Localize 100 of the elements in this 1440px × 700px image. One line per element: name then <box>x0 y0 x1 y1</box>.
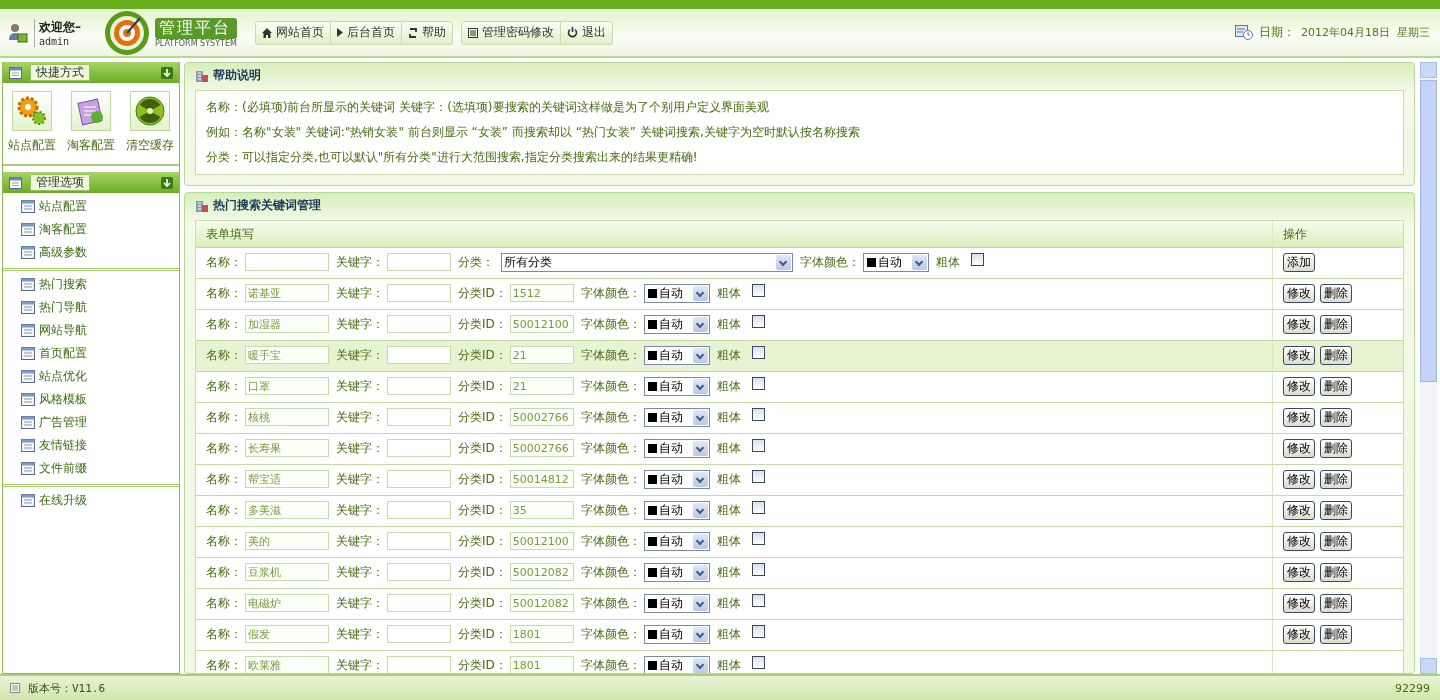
bold-checkbox[interactable] <box>751 563 765 576</box>
color-select[interactable]: 自动 <box>643 656 710 673</box>
edit-button[interactable]: 修改 <box>1283 346 1315 365</box>
keyword-input[interactable] <box>387 470 451 488</box>
table-row[interactable]: 名称： 美的 关键字： 分类ID： 50012100 字体颜色： 自动 粗体 修改 删除 <box>196 526 1403 557</box>
delete-button[interactable]: 删除 <box>1320 594 1352 613</box>
table-row[interactable]: 名称： 帮宝适 关键字： 分类ID： 50014812 字体颜色： 自动 粗体 修改 删除 <box>196 464 1403 495</box>
delete-button[interactable]: 删除 <box>1320 439 1352 458</box>
bold-checkbox[interactable] <box>751 284 765 297</box>
table-row[interactable]: 名称： 核桃 关键字： 分类ID： 50002766 字体颜色： 自动 粗体 修改 删除 <box>196 402 1403 433</box>
bold-checkbox[interactable] <box>751 346 765 359</box>
keyword-input[interactable] <box>387 532 451 550</box>
table-row[interactable]: 名称： 豆浆机 关键字： 分类ID： 50012082 字体颜色： 自动 粗体 修改 删除 <box>196 557 1403 588</box>
category-select[interactable]: 所有分类 <box>501 253 793 272</box>
keyword-input[interactable] <box>387 377 451 395</box>
menu-item[interactable]: 热门搜索 <box>3 273 179 296</box>
edit-button[interactable]: 修改 <box>1283 284 1315 303</box>
keyword-input[interactable] <box>387 625 451 643</box>
color-select[interactable]: 自动 <box>643 532 710 551</box>
edit-button[interactable]: 修改 <box>1283 594 1315 613</box>
bold-checkbox[interactable] <box>751 501 765 514</box>
edit-button[interactable]: 修改 <box>1283 408 1315 427</box>
menu-item[interactable]: 高级参数 <box>3 241 179 264</box>
bold-checkbox[interactable] <box>751 625 765 638</box>
table-row[interactable]: 名称： 口罩 关键字： 分类ID： 21 字体颜色： 自动 粗体 修改 删除 <box>196 371 1403 402</box>
table-row[interactable]: 名称： 诺基亚 关键字： 分类ID： 1512 字体颜色： 自动 粗体 修改 删除 <box>196 278 1403 309</box>
edit-button[interactable]: 修改 <box>1283 377 1315 396</box>
scroll-thumb[interactable] <box>1420 80 1437 382</box>
color-select[interactable]: 自动 <box>643 315 710 334</box>
color-select[interactable]: 自动 <box>643 470 710 489</box>
delete-button[interactable]: 删除 <box>1320 532 1352 551</box>
keyword-input[interactable] <box>387 563 451 581</box>
nav-button[interactable]: 后台首页 <box>330 21 402 44</box>
bold-checkbox[interactable] <box>751 315 765 328</box>
scroll-down-icon[interactable] <box>1420 658 1437 674</box>
keyword-input[interactable] <box>387 656 451 673</box>
menu-item[interactable]: 站点优化 <box>3 365 179 388</box>
nav-button[interactable]: 退出 <box>560 21 612 44</box>
delete-button[interactable]: 删除 <box>1320 625 1352 644</box>
menu-item[interactable]: 在线升级 <box>3 489 179 512</box>
delete-button[interactable]: 删除 <box>1320 408 1352 427</box>
table-row[interactable]: 名称： 长寿果 关键字： 分类ID： 50002766 字体颜色： 自动 粗体 修改 删除 <box>196 433 1403 464</box>
menu-item[interactable]: 淘客配置 <box>3 218 179 241</box>
keyword-input[interactable] <box>387 253 451 271</box>
table-row[interactable]: 名称： 假发 关键字： 分类ID： 1801 字体颜色： 自动 粗体 修改 删除 <box>196 619 1403 650</box>
bold-checkbox[interactable] <box>751 439 765 452</box>
keyword-input[interactable] <box>387 501 451 519</box>
edit-button[interactable]: 修改 <box>1283 501 1315 520</box>
edit-button[interactable]: 修改 <box>1283 439 1315 458</box>
bold-checkbox[interactable] <box>751 377 765 390</box>
edit-button[interactable]: 修改 <box>1283 532 1315 551</box>
edit-button[interactable]: 修改 <box>1283 315 1315 334</box>
bold-checkbox[interactable] <box>971 253 984 266</box>
keyword-input[interactable] <box>387 594 451 612</box>
menu-item[interactable]: 热门导航 <box>3 296 179 319</box>
menu-item[interactable]: 风格模板 <box>3 388 179 411</box>
delete-button[interactable]: 删除 <box>1320 346 1352 365</box>
color-select[interactable]: 自动 <box>643 408 710 427</box>
keyword-input[interactable] <box>387 315 451 333</box>
edit-button[interactable]: 修改 <box>1283 563 1315 582</box>
keyword-input[interactable] <box>387 346 451 364</box>
delete-button[interactable]: 删除 <box>1320 563 1352 582</box>
color-select[interactable]: 自动 <box>643 346 710 365</box>
table-row[interactable]: 名称： 多美滋 关键字： 分类ID： 35 字体颜色： 自动 粗体 修改 删除 <box>196 495 1403 526</box>
keyword-input[interactable] <box>387 439 451 457</box>
color-select[interactable]: 自动 <box>643 501 710 520</box>
scrollbar[interactable] <box>1420 62 1437 674</box>
bold-checkbox[interactable] <box>751 532 765 545</box>
color-select[interactable]: 自动 <box>643 594 710 613</box>
menu-item[interactable]: 广告管理 <box>3 411 179 434</box>
keyword-input[interactable] <box>387 284 451 302</box>
bold-checkbox[interactable] <box>751 408 765 421</box>
bold-checkbox[interactable] <box>751 594 765 607</box>
keyword-input[interactable] <box>387 408 451 426</box>
menu-item[interactable]: 首页配置 <box>3 342 179 365</box>
edit-button[interactable]: 修改 <box>1283 625 1315 644</box>
color-select[interactable]: 自动 <box>863 253 929 272</box>
color-select[interactable]: 自动 <box>643 284 710 303</box>
nav-button[interactable]: 网站首页 <box>255 21 331 44</box>
menu-item[interactable]: 友情链接 <box>3 434 179 457</box>
color-select[interactable]: 自动 <box>643 377 710 396</box>
nav-button[interactable]: 管理密码修改 <box>461 21 561 44</box>
name-input[interactable] <box>245 253 329 271</box>
nav-button[interactable]: 帮助 <box>401 21 452 44</box>
scroll-up-icon[interactable] <box>1420 62 1437 78</box>
bold-checkbox[interactable] <box>751 656 765 669</box>
delete-button[interactable]: 删除 <box>1320 315 1352 334</box>
add-button[interactable]: 添加 <box>1283 253 1315 272</box>
bold-checkbox[interactable] <box>751 470 765 483</box>
menu-item[interactable]: 网站导航 <box>3 319 179 342</box>
menu-item[interactable]: 站点配置 <box>3 195 179 218</box>
edit-button[interactable]: 修改 <box>1283 470 1315 489</box>
down-arrow-icon[interactable] <box>161 176 173 189</box>
delete-button[interactable]: 删除 <box>1320 377 1352 396</box>
color-select[interactable]: 自动 <box>643 625 710 644</box>
table-row[interactable]: 名称： 电磁炉 关键字： 分类ID： 50012082 字体颜色： 自动 粗体 修改 删除 <box>196 588 1403 619</box>
color-select[interactable]: 自动 <box>643 439 710 458</box>
delete-button[interactable]: 删除 <box>1320 284 1352 303</box>
down-arrow-icon[interactable] <box>161 66 173 79</box>
delete-button[interactable]: 删除 <box>1320 470 1352 489</box>
